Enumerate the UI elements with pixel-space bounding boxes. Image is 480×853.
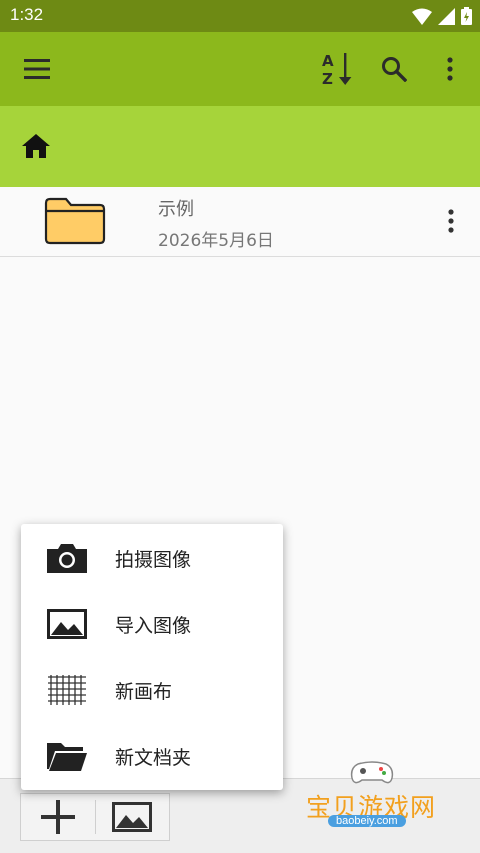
folder-open-icon	[46, 739, 88, 773]
menu-item-label: 拍摄图像	[115, 548, 192, 571]
add-popup-menu: 拍摄图像 导入图像 新画布 新文档夹	[21, 524, 283, 790]
gallery-button[interactable]	[96, 794, 170, 840]
add-button[interactable]	[21, 794, 95, 840]
menu-item-label: 新文档夹	[115, 746, 192, 769]
home-button[interactable]	[22, 134, 54, 162]
folder-icon	[44, 197, 106, 245]
status-bar: 1:32	[0, 0, 480, 32]
menu-item-take-photo[interactable]: 拍摄图像	[21, 525, 283, 591]
overflow-menu-button[interactable]	[432, 32, 468, 106]
image-icon	[112, 802, 153, 832]
battery-icon	[461, 7, 472, 25]
add-icon	[40, 800, 75, 834]
menu-item-label: 新画布	[115, 680, 173, 703]
menu-button[interactable]	[14, 32, 60, 106]
menu-icon	[24, 59, 50, 79]
menu-item-new-canvas[interactable]: 新画布	[21, 657, 283, 723]
more-vertical-icon	[448, 209, 454, 233]
svg-text:A: A	[322, 52, 334, 70]
list-item[interactable]: 示例 2026年5月6日	[0, 187, 480, 257]
search-icon	[382, 57, 407, 82]
file-name: 示例	[158, 199, 194, 220]
menu-item-import-image[interactable]: 导入图像	[21, 591, 283, 657]
file-options-button[interactable]	[436, 205, 466, 237]
grid-icon	[46, 673, 88, 707]
more-vertical-icon	[447, 57, 453, 81]
sort-button[interactable]: A Z	[316, 32, 360, 106]
svg-text:Z: Z	[322, 70, 333, 87]
watermark: 宝贝游戏网 baobeiy.com	[300, 760, 460, 844]
breadcrumb	[0, 106, 480, 187]
menu-item-new-folder[interactable]: 新文档夹	[21, 723, 283, 789]
watermark-url: baobeiy.com	[328, 815, 406, 827]
home-icon	[22, 134, 50, 158]
signal-icon	[438, 7, 455, 25]
wifi-icon	[412, 8, 432, 25]
search-button[interactable]	[372, 32, 416, 106]
image-icon	[46, 607, 88, 641]
gamepad-icon	[350, 761, 394, 784]
sort-az-icon: A Z	[322, 52, 352, 87]
status-time: 1:32	[10, 5, 44, 24]
file-date: 2026年5月6日	[158, 231, 274, 251]
camera-icon	[46, 541, 88, 575]
status-icons	[412, 7, 472, 25]
app-toolbar: A Z	[0, 32, 480, 106]
menu-item-label: 导入图像	[115, 614, 192, 637]
bottom-button-group	[20, 793, 170, 841]
